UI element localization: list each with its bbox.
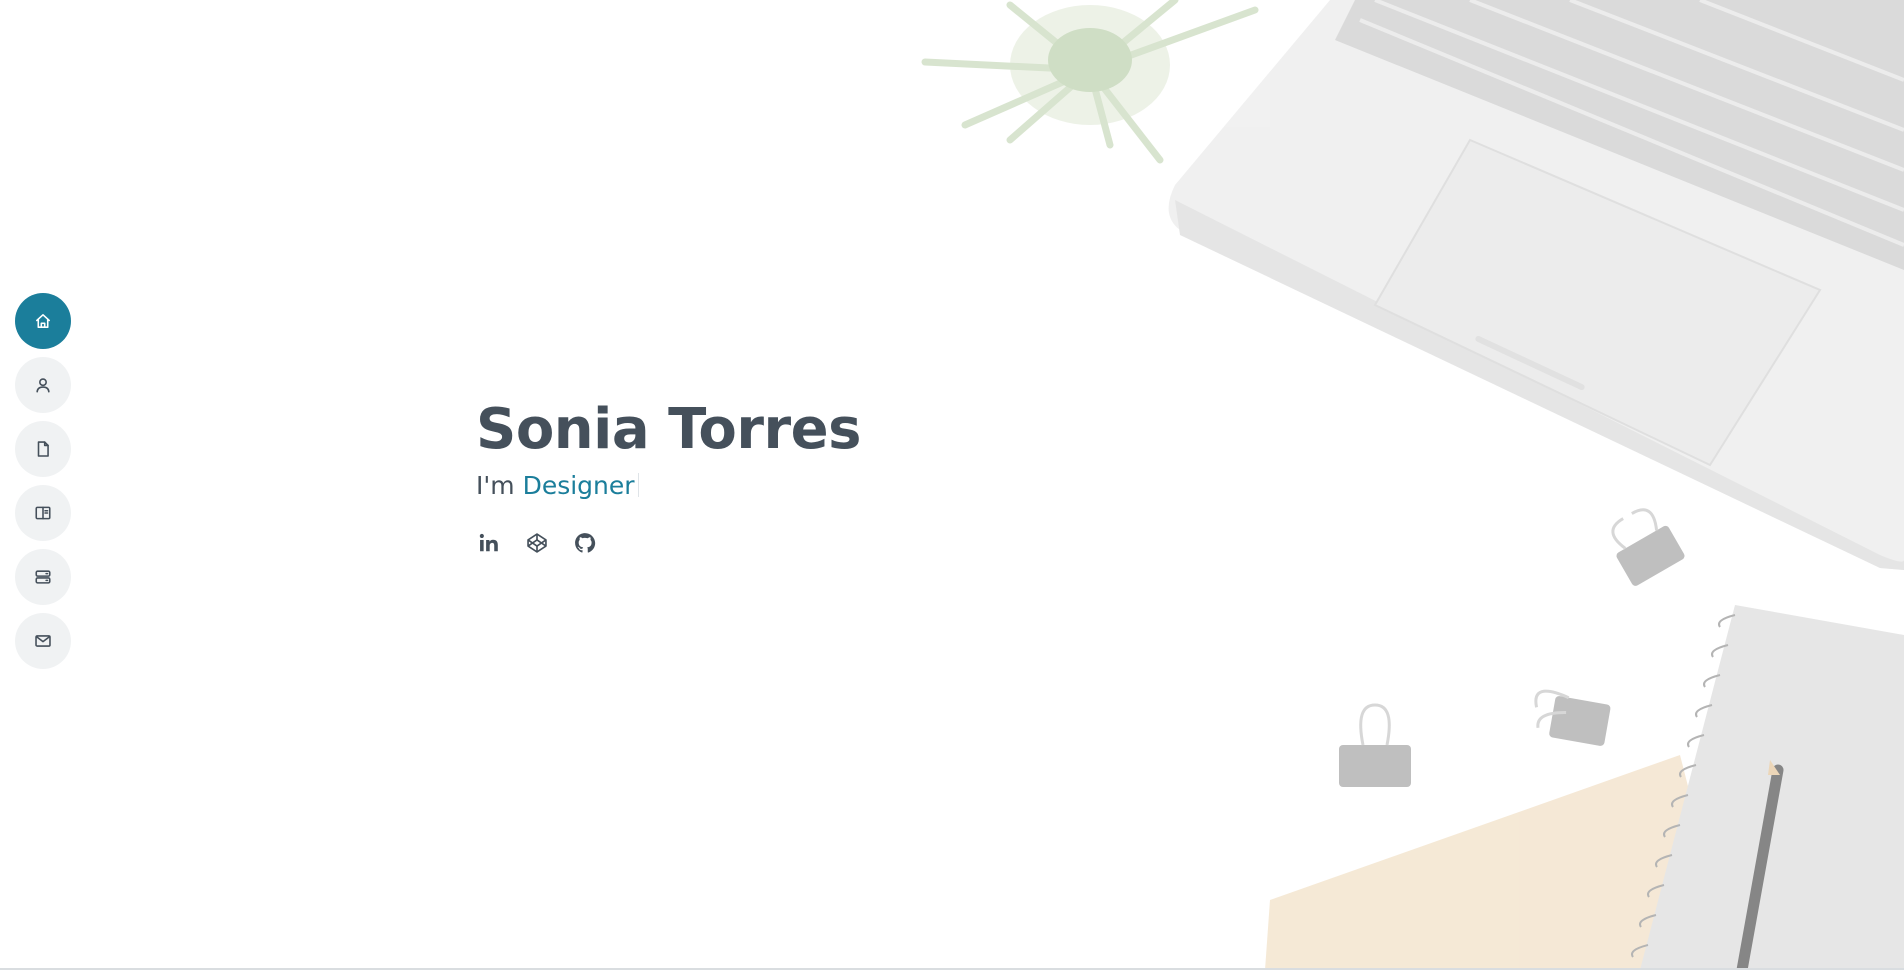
- typing-cursor: [637, 473, 639, 497]
- tagline-prefix: I'm: [476, 471, 515, 500]
- nav-contact-button[interactable]: [15, 613, 71, 669]
- nav-portfolio-button[interactable]: [15, 485, 71, 541]
- binder-clips-illustration: [1339, 508, 1685, 787]
- nav-services-button[interactable]: [15, 549, 71, 605]
- hero-name: Sonia Torres: [476, 397, 861, 462]
- typed-role: Designer: [522, 471, 635, 500]
- envelope-icon: [35, 635, 51, 647]
- github-icon: [575, 533, 596, 553]
- page: Sonia Torres I'm Designer: [0, 0, 1904, 970]
- linkedin-link[interactable]: [477, 531, 501, 555]
- codepen-link[interactable]: [525, 531, 549, 555]
- hero-tagline: I'm Designer: [476, 469, 861, 503]
- file-icon: [37, 441, 49, 457]
- side-nav: [15, 293, 71, 669]
- book-half-icon: [35, 506, 51, 520]
- hero-section: Sonia Torres I'm Designer: [476, 395, 861, 555]
- notebook-illustration: [1265, 605, 1904, 970]
- nav-resume-button[interactable]: [15, 421, 71, 477]
- nav-home-button[interactable]: [15, 293, 71, 349]
- nav-about-button[interactable]: [15, 357, 71, 413]
- laptop-illustration: [1168, 0, 1904, 570]
- person-icon: [36, 378, 50, 393]
- home-icon: [36, 314, 50, 328]
- plant-illustration: [921, 0, 1259, 164]
- hero-background-image: [921, 0, 1904, 970]
- social-links: [477, 531, 861, 555]
- codepen-icon: [527, 533, 547, 553]
- github-link[interactable]: [573, 531, 597, 555]
- server-icon: [35, 570, 51, 584]
- linkedin-icon: [479, 533, 498, 552]
